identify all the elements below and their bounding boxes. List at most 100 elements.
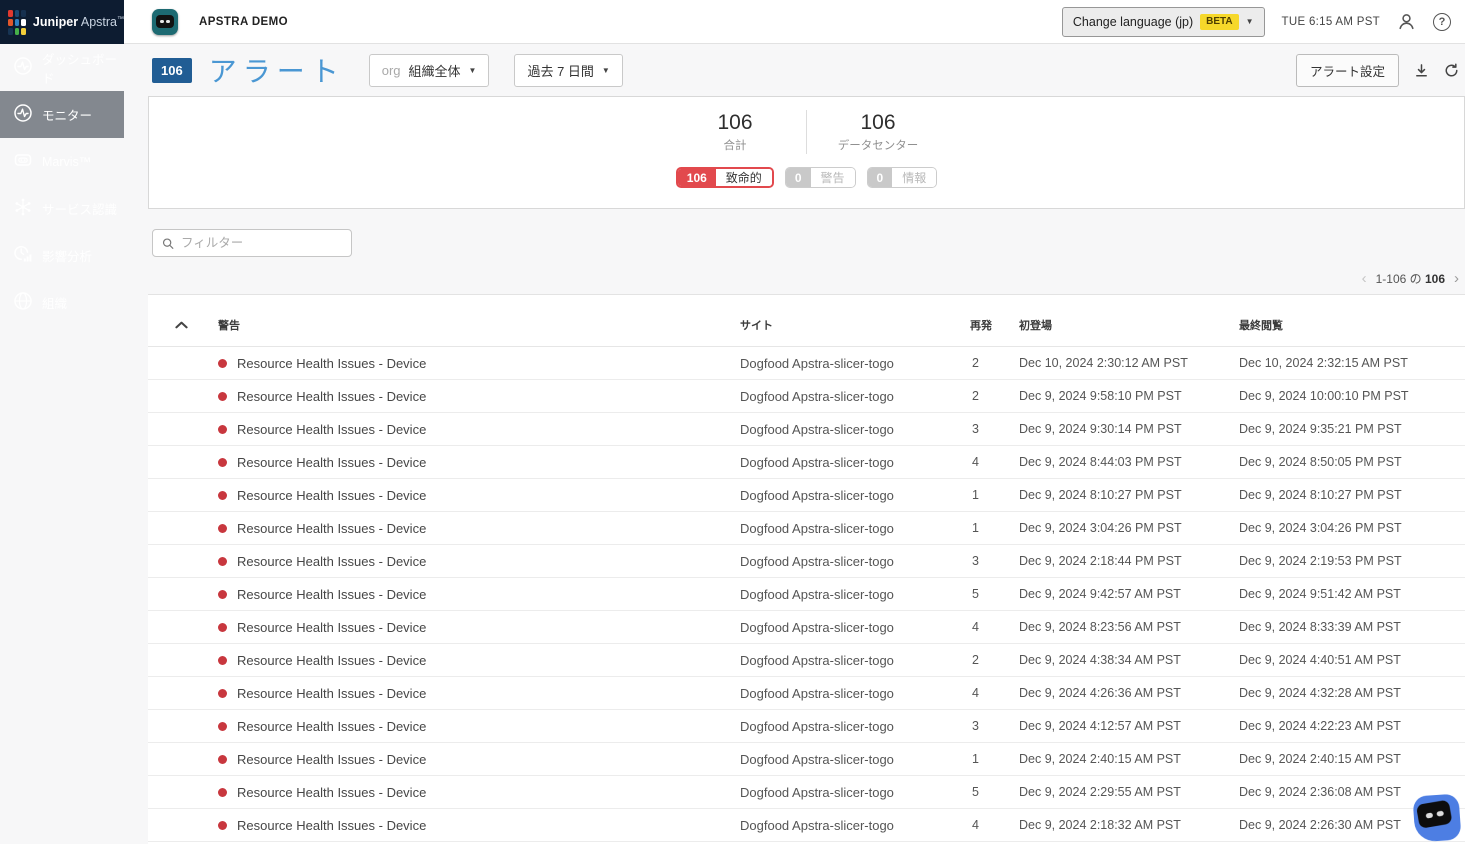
alert-recurrence-count: 4 — [970, 686, 1017, 700]
table-row[interactable]: Resource Health Issues - Device Dogfood … — [148, 545, 1465, 578]
globe-icon — [13, 291, 33, 314]
alert-recurrence-count: 2 — [970, 356, 1017, 370]
sidebar-item-label: 影響分析 — [42, 246, 92, 265]
table-row[interactable]: Resource Health Issues - Device Dogfood … — [148, 578, 1465, 611]
alert-first-seen: Dec 9, 2024 9:58:10 PM PST — [1017, 389, 1237, 403]
alert-site: Dogfood Apstra-slicer-togo — [740, 620, 970, 635]
table-row[interactable]: Resource Health Issues - Device Dogfood … — [148, 644, 1465, 677]
sidebar-item-label: Marvis™ — [42, 155, 91, 169]
alert-site: Dogfood Apstra-slicer-togo — [740, 686, 970, 701]
search-icon — [162, 237, 174, 250]
collapse-chevron-up-icon[interactable] — [148, 321, 218, 329]
help-button[interactable]: ? — [1433, 13, 1451, 31]
sidebar-item-dashboard[interactable]: ダッシュボード — [0, 44, 124, 91]
filter-search-box[interactable] — [152, 229, 352, 257]
critical-status-dot — [218, 656, 227, 665]
alert-first-seen: Dec 9, 2024 4:38:34 AM PST — [1017, 653, 1237, 667]
col-header-site[interactable]: サイト — [740, 317, 970, 333]
alert-title: Resource Health Issues - Device — [237, 752, 426, 767]
org-name[interactable]: APSTRA DEMO — [199, 16, 288, 28]
col-header-recurrence[interactable]: 再発 — [970, 317, 1017, 333]
clock-chart-icon — [13, 244, 33, 267]
alert-title: Resource Health Issues - Device — [237, 686, 426, 701]
table-row[interactable]: Resource Health Issues - Device Dogfood … — [148, 776, 1465, 809]
table-row[interactable]: Resource Health Issues - Device Dogfood … — [148, 380, 1465, 413]
alerts-page: 106 アラート org 組織全体 ▼ 過去 7 日間 ▼ アラート設定 — [124, 44, 1465, 844]
table-row[interactable]: Resource Health Issues - Device Dogfood … — [148, 512, 1465, 545]
sidebar-item-label: サービス認識 — [42, 199, 117, 218]
download-button[interactable] — [1414, 63, 1429, 78]
alert-first-seen: Dec 9, 2024 9:42:57 AM PST — [1017, 587, 1237, 601]
sidebar-item-marvis[interactable]: Marvis™ — [0, 138, 124, 185]
alert-first-seen: Dec 9, 2024 2:29:55 AM PST — [1017, 785, 1237, 799]
page-prev-arrow[interactable]: ‹ — [1362, 271, 1367, 286]
sidebar-item-impact-analysis[interactable]: 影響分析 — [0, 232, 124, 279]
table-row[interactable]: Resource Health Issues - Device Dogfood … — [148, 611, 1465, 644]
alert-last-seen: Dec 9, 2024 2:19:53 PM PST — [1237, 554, 1465, 568]
severity-pill-info[interactable]: 0 情報 — [867, 167, 938, 188]
critical-status-dot — [218, 524, 227, 533]
col-header-alert[interactable]: 警告 — [218, 317, 740, 333]
severity-pill-warning[interactable]: 0 警告 — [785, 167, 856, 188]
alert-count-badge: 106 — [152, 58, 192, 83]
alert-first-seen: Dec 9, 2024 4:12:57 AM PST — [1017, 719, 1237, 733]
table-row[interactable]: Resource Health Issues - Device Dogfood … — [148, 677, 1465, 710]
col-header-first-seen[interactable]: 初登場 — [1017, 317, 1237, 333]
alert-first-seen: Dec 9, 2024 3:04:26 PM PST — [1017, 521, 1237, 535]
sidebar-item-service-levels[interactable]: サービス認識 — [0, 185, 124, 232]
page-next-arrow[interactable]: › — [1454, 271, 1459, 286]
warning-label: 警告 — [811, 168, 855, 187]
sidebar-item-monitor[interactable]: モニター — [0, 91, 124, 138]
alert-last-seen: Dec 9, 2024 8:10:27 PM PST — [1237, 488, 1465, 502]
critical-status-dot — [218, 458, 227, 467]
page-header: 106 アラート org 組織全体 ▼ 過去 7 日間 ▼ アラート設定 — [148, 44, 1465, 96]
change-language-button[interactable]: Change language (jp) BETA ▼ — [1062, 7, 1265, 37]
alert-last-seen: Dec 9, 2024 2:40:15 AM PST — [1237, 752, 1465, 766]
critical-status-dot — [218, 590, 227, 599]
alert-first-seen: Dec 9, 2024 8:44:03 PM PST — [1017, 455, 1237, 469]
org-marvis-avatar-icon[interactable] — [152, 9, 178, 35]
table-row[interactable]: Resource Health Issues - Device Dogfood … — [148, 446, 1465, 479]
critical-status-dot — [218, 788, 227, 797]
alert-recurrence-count: 4 — [970, 455, 1017, 469]
alert-site: Dogfood Apstra-slicer-togo — [740, 818, 970, 833]
table-row[interactable]: Resource Health Issues - Device Dogfood … — [148, 413, 1465, 446]
alert-recurrence-count: 3 — [970, 422, 1017, 436]
chevron-down-icon: ▼ — [1246, 17, 1254, 26]
alert-first-seen: Dec 9, 2024 4:26:36 AM PST — [1017, 686, 1237, 700]
marvis-chat-fab[interactable] — [1412, 793, 1461, 842]
filter-input[interactable] — [181, 236, 342, 250]
critical-status-dot — [218, 755, 227, 764]
critical-status-dot — [218, 821, 227, 830]
alert-site: Dogfood Apstra-slicer-togo — [740, 587, 970, 602]
alert-settings-button[interactable]: アラート設定 — [1296, 54, 1399, 87]
table-row[interactable]: Resource Health Issues - Device Dogfood … — [148, 809, 1465, 842]
severity-pill-critical[interactable]: 106 致命的 — [676, 167, 774, 188]
alert-first-seen: Dec 10, 2024 2:30:12 AM PST — [1017, 356, 1237, 370]
alert-recurrence-count: 4 — [970, 818, 1017, 832]
col-header-last-seen[interactable]: 最終閲覧 — [1237, 317, 1465, 333]
dashboard-activity-icon — [13, 56, 33, 79]
user-account-button[interactable] — [1397, 12, 1416, 31]
table-row[interactable]: Resource Health Issues - Device Dogfood … — [148, 479, 1465, 512]
org-prefix: org — [382, 63, 401, 78]
alert-first-seen: Dec 9, 2024 8:23:56 AM PST — [1017, 620, 1237, 634]
pagination-range: 1-106 の 106 — [1376, 270, 1445, 287]
monitor-activity-icon — [13, 103, 33, 126]
critical-status-dot — [218, 359, 227, 368]
info-label: 情報 — [892, 168, 936, 187]
critical-status-dot — [218, 491, 227, 500]
summary-card: 106 合計 106 データセンター 106 致命的 0 — [148, 96, 1465, 209]
alert-site: Dogfood Apstra-slicer-togo — [740, 554, 970, 569]
table-row[interactable]: Resource Health Issues - Device Dogfood … — [148, 743, 1465, 776]
alert-recurrence-count: 5 — [970, 587, 1017, 601]
org-scope-dropdown[interactable]: org 組織全体 ▼ — [369, 54, 490, 87]
refresh-button[interactable] — [1444, 63, 1459, 78]
alert-title: Resource Health Issues - Device — [237, 455, 426, 470]
sidebar-item-organization[interactable]: 組織 — [0, 279, 124, 326]
service-hub-icon — [13, 197, 33, 220]
critical-status-dot — [218, 392, 227, 401]
table-row[interactable]: Resource Health Issues - Device Dogfood … — [148, 710, 1465, 743]
table-row[interactable]: Resource Health Issues - Device Dogfood … — [148, 347, 1465, 380]
time-range-dropdown[interactable]: 過去 7 日間 ▼ — [514, 54, 622, 87]
